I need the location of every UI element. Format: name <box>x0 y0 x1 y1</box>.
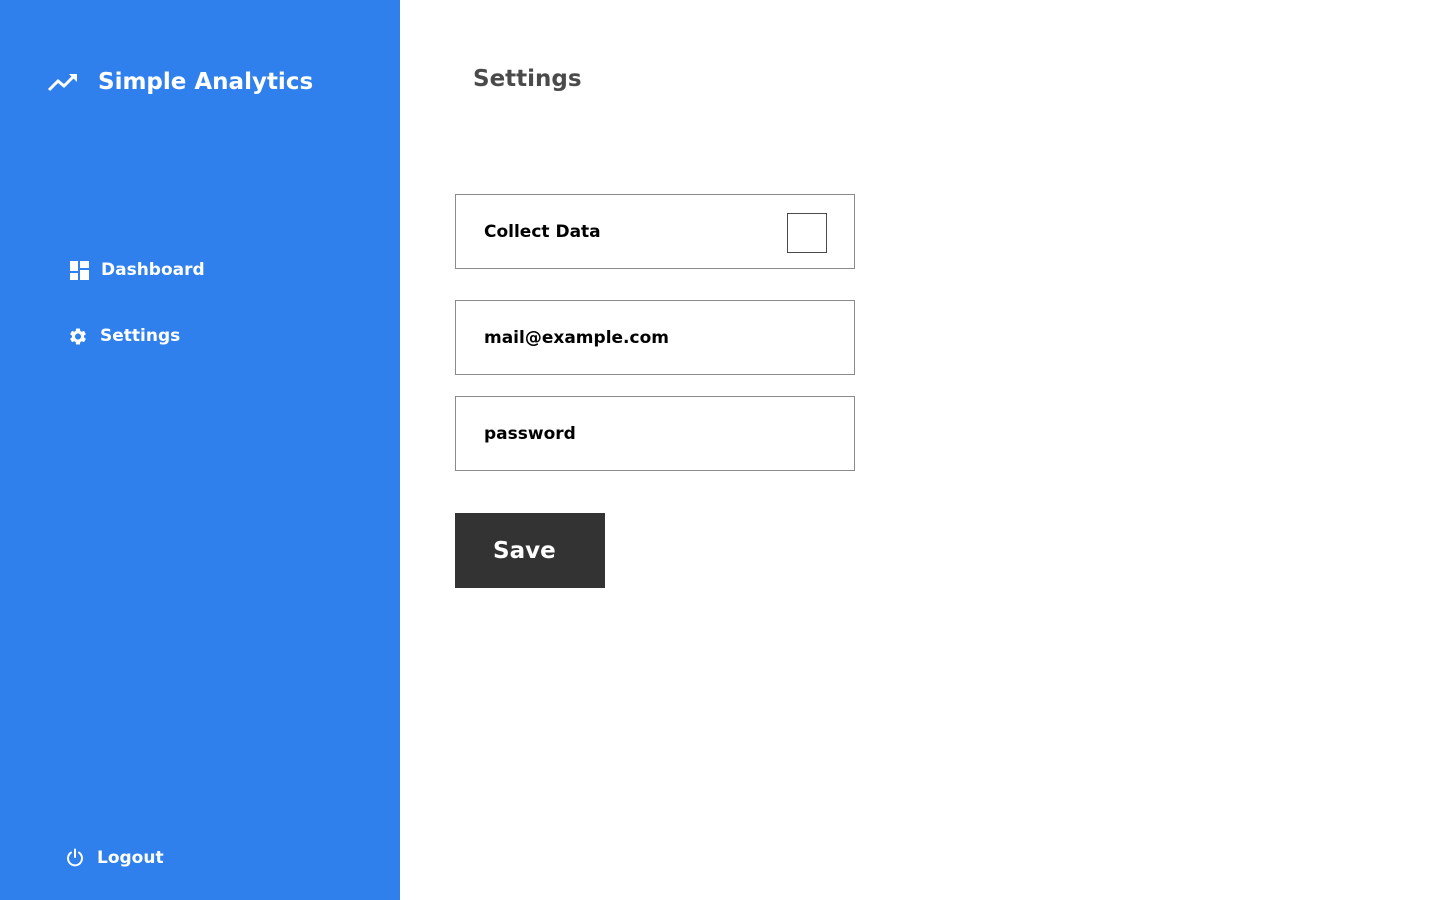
app-title: Simple Analytics <box>98 69 314 95</box>
password-input[interactable] <box>484 423 824 444</box>
save-button[interactable]: Save <box>455 513 605 588</box>
sidebar-item-dashboard[interactable]: Dashboard <box>69 259 205 281</box>
dashboard-icon <box>69 260 89 280</box>
trending-up-icon <box>47 66 79 98</box>
password-field[interactable] <box>455 396 855 471</box>
page-title: Settings <box>473 66 582 92</box>
email-field[interactable] <box>455 300 855 375</box>
collect-data-checkbox[interactable] <box>787 213 827 253</box>
collect-data-label: Collect Data <box>484 221 601 242</box>
logout-button[interactable]: Logout <box>65 847 164 869</box>
sidebar-item-label: Dashboard <box>101 260 205 280</box>
gear-icon <box>68 326 88 346</box>
sidebar-item-settings[interactable]: Settings <box>68 325 180 347</box>
logout-label: Logout <box>97 848 164 868</box>
sidebar-item-label: Settings <box>100 326 181 346</box>
email-input[interactable] <box>484 327 824 348</box>
sidebar: Simple Analytics Dashboard Settings Logo… <box>0 0 400 900</box>
brand[interactable]: Simple Analytics <box>47 64 313 100</box>
power-icon <box>65 848 85 868</box>
collect-data-field: Collect Data <box>455 194 855 269</box>
